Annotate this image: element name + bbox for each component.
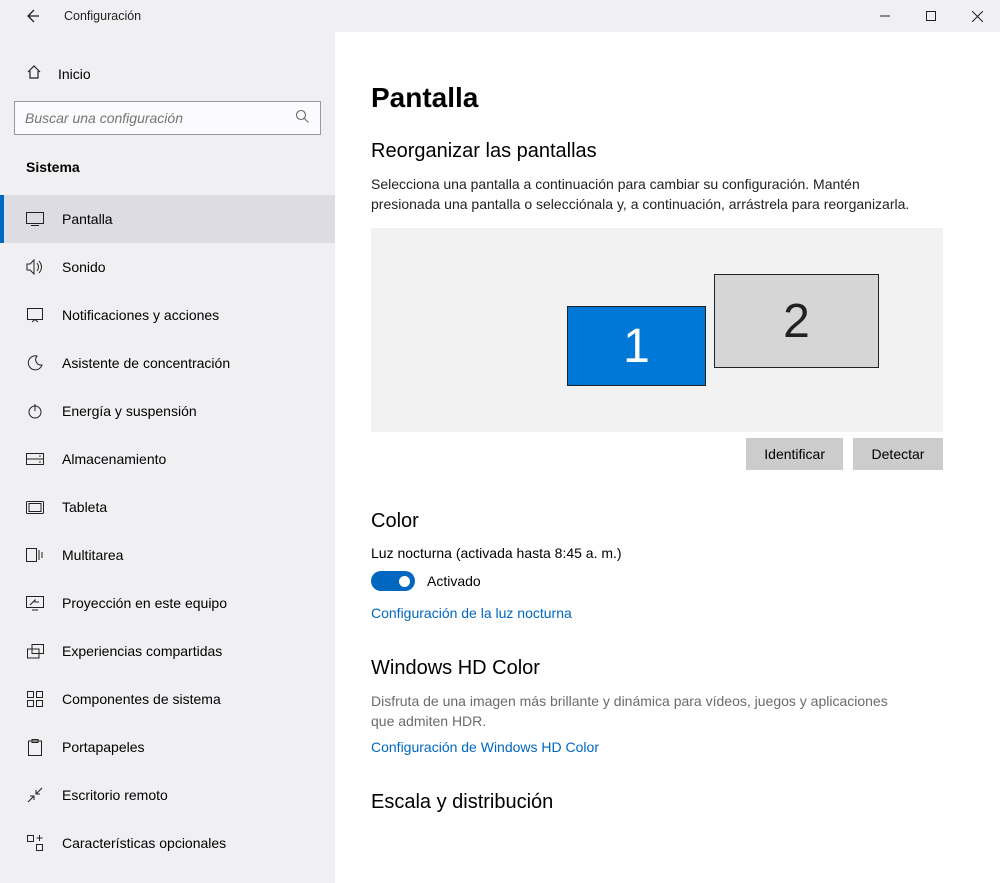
hd-color-desc: Disfruta de una imagen más brillante y d…	[371, 692, 891, 731]
arrow-left-icon	[24, 8, 40, 24]
close-button[interactable]	[954, 0, 1000, 32]
titlebar: Configuración	[0, 0, 1000, 32]
optional-icon	[26, 834, 44, 852]
sidebar-item-label: Experiencias compartidas	[62, 643, 222, 659]
home-icon	[26, 64, 42, 83]
multitask-icon	[26, 546, 44, 564]
window-title: Configuración	[64, 9, 141, 23]
monitor-arrangement-area[interactable]: 2 1	[371, 228, 943, 432]
scale-heading: Escala y distribución	[371, 791, 960, 814]
sidebar-item-multitarea[interactable]: Multitarea	[0, 531, 335, 579]
sidebar-item-label: Portapapeles	[62, 739, 145, 755]
shared-icon	[26, 642, 44, 660]
sidebar-item-label: Pantalla	[62, 211, 113, 227]
components-icon	[26, 690, 44, 708]
monitor-1-label: 1	[623, 319, 650, 374]
maximize-icon	[926, 11, 936, 21]
identify-button[interactable]: Identificar	[746, 438, 843, 470]
project-icon	[26, 594, 44, 612]
maximize-button[interactable]	[908, 0, 954, 32]
toggle-state-label: Activado	[427, 573, 481, 589]
sidebar-item-experiencias[interactable]: Experiencias compartidas	[0, 627, 335, 675]
sidebar-item-label: Notificaciones y acciones	[62, 307, 219, 323]
night-light-toggle[interactable]	[371, 571, 415, 591]
toggle-knob	[399, 576, 410, 587]
sidebar-item-label: Proyección en este equipo	[62, 595, 227, 611]
hd-color-settings-link[interactable]: Configuración de Windows HD Color	[371, 739, 599, 755]
sidebar-item-energia[interactable]: Energía y suspensión	[0, 387, 335, 435]
sidebar-item-label: Almacenamiento	[62, 451, 166, 467]
color-heading: Color	[371, 510, 960, 533]
storage-icon	[26, 450, 44, 468]
detect-button[interactable]: Detectar	[853, 438, 943, 470]
sidebar-item-label: Multitarea	[62, 547, 123, 563]
monitor-1[interactable]: 1	[567, 306, 706, 386]
sidebar: Inicio Sistema Pantalla Sonido	[0, 32, 335, 883]
clipboard-icon	[26, 738, 44, 756]
sidebar-item-tableta[interactable]: Tableta	[0, 483, 335, 531]
rearrange-desc: Selecciona una pantalla a continuación p…	[371, 175, 931, 214]
sidebar-item-componentes[interactable]: Componentes de sistema	[0, 675, 335, 723]
sidebar-item-notificaciones[interactable]: Notificaciones y acciones	[0, 291, 335, 339]
sidebar-item-label: Energía y suspensión	[62, 403, 197, 419]
sidebar-item-proyeccion[interactable]: Proyección en este equipo	[0, 579, 335, 627]
sidebar-item-asistente[interactable]: Asistente de concentración	[0, 339, 335, 387]
sidebar-item-label: Componentes de sistema	[62, 691, 221, 707]
sidebar-item-label: Escritorio remoto	[62, 787, 168, 803]
night-light-label: Luz nocturna (activada hasta 8:45 a. m.)	[371, 545, 960, 561]
minimize-icon	[880, 11, 890, 21]
home-link[interactable]: Inicio	[0, 56, 335, 91]
rearrange-heading: Reorganizar las pantallas	[371, 140, 960, 163]
remote-icon	[26, 786, 44, 804]
display-icon	[26, 210, 44, 228]
tablet-icon	[26, 498, 44, 516]
monitor-2[interactable]: 2	[714, 274, 879, 368]
sidebar-item-escritorio-remoto[interactable]: Escritorio remoto	[0, 771, 335, 819]
content-area: Pantalla Reorganizar las pantallas Selec…	[335, 32, 1000, 883]
sound-icon	[26, 258, 44, 276]
monitor-2-label: 2	[783, 294, 810, 349]
back-button[interactable]	[18, 2, 46, 30]
sidebar-item-almacenamiento[interactable]: Almacenamiento	[0, 435, 335, 483]
close-icon	[972, 11, 983, 22]
search-icon	[295, 109, 310, 127]
power-icon	[26, 402, 44, 420]
moon-icon	[26, 354, 44, 372]
sidebar-item-pantalla[interactable]: Pantalla	[0, 195, 335, 243]
sidebar-item-caracteristicas[interactable]: Características opcionales	[0, 819, 335, 867]
section-label: Sistema	[0, 153, 335, 195]
sidebar-item-label: Tableta	[62, 499, 107, 515]
page-title: Pantalla	[371, 82, 960, 114]
sidebar-item-label: Asistente de concentración	[62, 355, 230, 371]
search-input-wrap[interactable]	[14, 101, 321, 135]
sidebar-item-label: Sonido	[62, 259, 106, 275]
hd-color-heading: Windows HD Color	[371, 657, 960, 680]
home-label: Inicio	[58, 66, 91, 82]
search-input[interactable]	[25, 110, 295, 126]
sidebar-item-sonido[interactable]: Sonido	[0, 243, 335, 291]
sidebar-item-label: Características opcionales	[62, 835, 226, 851]
minimize-button[interactable]	[862, 0, 908, 32]
notifications-icon	[26, 306, 44, 324]
night-light-settings-link[interactable]: Configuración de la luz nocturna	[371, 605, 572, 621]
sidebar-item-portapapeles[interactable]: Portapapeles	[0, 723, 335, 771]
